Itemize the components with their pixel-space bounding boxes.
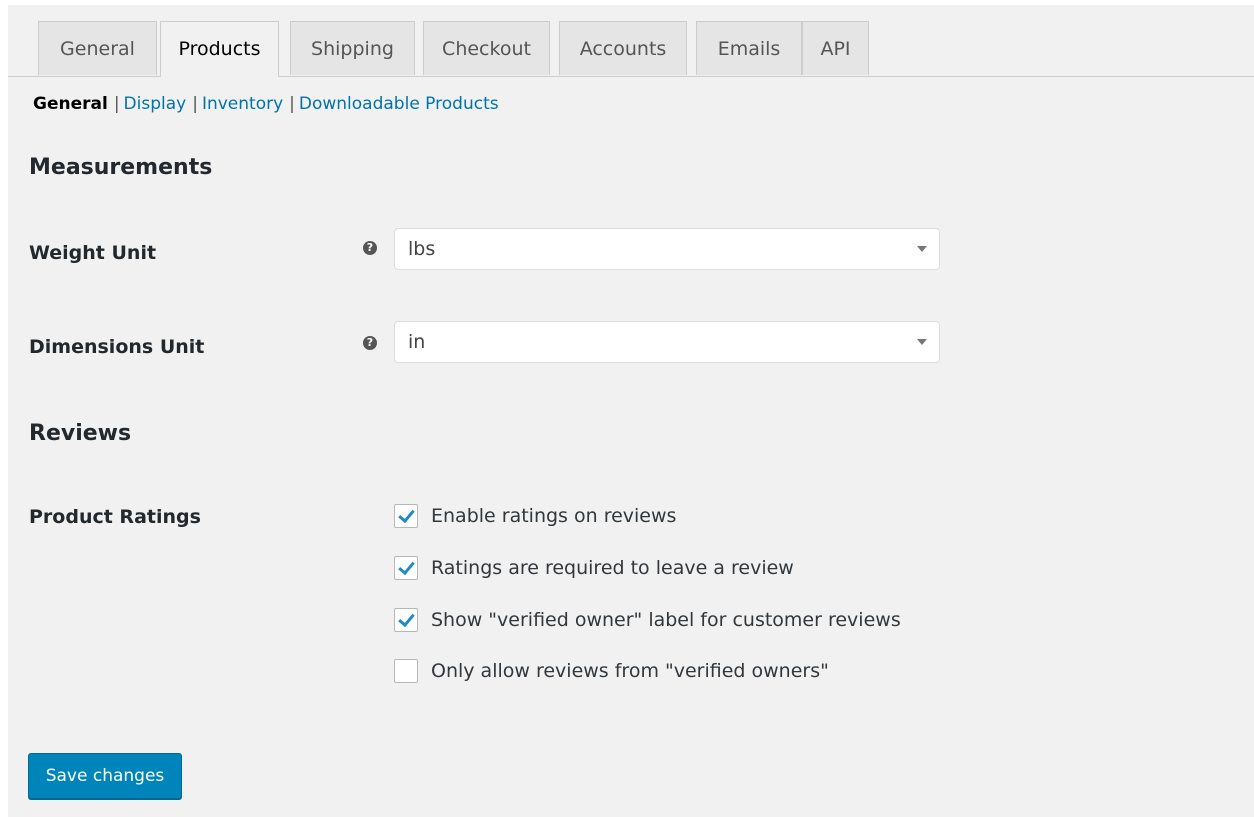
chevron-down-icon <box>917 339 927 345</box>
subnav-current-general: General <box>33 94 108 114</box>
checkmark-icon <box>398 505 415 524</box>
help-icon[interactable]: ? <box>363 241 377 255</box>
measurements-heading: Measurements <box>29 155 213 180</box>
verified-owner-label-checkbox[interactable] <box>394 608 418 632</box>
settings-page: General Products Shipping Checkout Accou… <box>8 5 1254 817</box>
help-icon[interactable]: ? <box>363 336 377 350</box>
settings-tab-bar: General Products Shipping Checkout Accou… <box>8 5 1254 77</box>
section-subnav: General | Display | Inventory | Downloadable P… <box>33 93 499 115</box>
subnav-link-inventory[interactable]: Inventory <box>202 94 283 114</box>
weight-unit-label: Weight Unit <box>29 242 157 264</box>
tab-shipping[interactable]: Shipping <box>290 21 415 75</box>
dimensions-unit-label: Dimensions Unit <box>29 336 205 358</box>
weight-unit-select[interactable]: lbs <box>394 228 940 270</box>
verified-owners-only-checkbox[interactable] <box>394 659 418 683</box>
verified-owner-label-text: Show "verified owner" label for customer… <box>431 609 901 631</box>
reviews-heading: Reviews <box>29 421 132 446</box>
dimensions-unit-value: in <box>408 331 426 353</box>
subnav-separator: | <box>113 94 120 114</box>
weight-unit-value: lbs <box>408 238 436 260</box>
enable-ratings-checkbox[interactable] <box>394 504 418 528</box>
checkmark-icon <box>398 609 415 628</box>
tab-general[interactable]: General <box>38 21 157 75</box>
subnav-separator: | <box>192 94 198 114</box>
tab-api[interactable]: API <box>802 21 869 75</box>
subnav-link-downloadable-products[interactable]: Downloadable Products <box>299 94 499 114</box>
tab-emails[interactable]: Emails <box>696 21 802 75</box>
ratings-required-label: Ratings are required to leave a review <box>431 557 794 579</box>
subnav-link-display[interactable]: Display <box>124 94 187 114</box>
tab-products[interactable]: Products <box>160 21 279 77</box>
tab-accounts[interactable]: Accounts <box>559 21 687 75</box>
tab-checkout[interactable]: Checkout <box>423 21 550 75</box>
chevron-down-icon <box>917 246 927 252</box>
subnav-separator: | <box>289 94 295 114</box>
dimensions-unit-select[interactable]: in <box>394 321 940 363</box>
ratings-required-checkbox[interactable] <box>394 556 418 580</box>
product-ratings-label: Product Ratings <box>29 506 201 528</box>
save-changes-button[interactable]: Save changes <box>28 753 182 799</box>
checkmark-icon <box>398 557 415 576</box>
enable-ratings-label: Enable ratings on reviews <box>431 505 677 527</box>
verified-owners-only-label: Only allow reviews from "verified owners… <box>431 660 829 682</box>
